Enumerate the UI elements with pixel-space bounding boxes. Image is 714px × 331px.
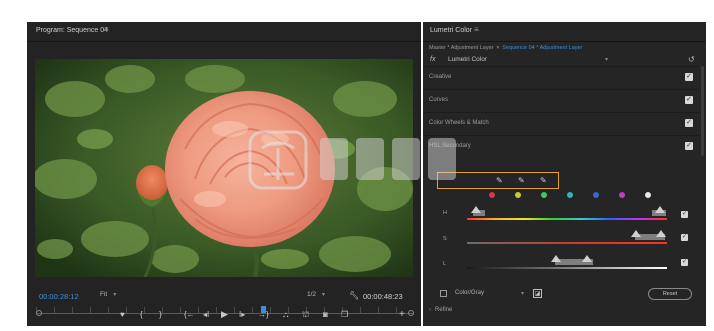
zoom-level-value: Fit [100,291,108,298]
invert-mask-icon[interactable]: ◪ [533,289,542,298]
overwrite-icon[interactable]: ⛫ [302,310,309,319]
hue-row: H ✓ [437,205,699,227]
go-to-out-icon[interactable]: →} [258,310,269,319]
sequence-duration: 00:00:48:23 [363,292,403,301]
settings-wrench-icon[interactable]: 🔧︎ [349,291,359,300]
hue-left-handle[interactable] [471,206,481,213]
insert-icon[interactable]: ⛬ [283,310,289,319]
program-monitor-panel: Program: Sequence 04 ≡ 00:00:28:12 Fit ▾… [27,22,421,326]
color-gray-row: Color/Gray ▾ ◪ Reset [437,287,699,301]
video-preview[interactable] [35,59,413,277]
export-frame-icon[interactable]: ◙ [323,310,328,319]
section-label: HSL Secondary [429,143,471,149]
compare-icon[interactable]: ❐ [341,310,348,319]
playback-resolution-select[interactable]: 1/2 ▾ [307,291,325,302]
chevron-down-icon[interactable]: ▾ [497,45,500,51]
transport-controls: ♥ { } {← ◂I ▶ I▸ →} ⛬ ⛫ ◙ ❐ + [27,305,421,325]
playback-resolution-value: 1/2 [307,291,317,298]
play-icon[interactable]: ▶ [221,310,228,319]
hue-slider-track[interactable] [467,218,667,220]
section-enable-checkbox[interactable]: ✓ [685,142,693,150]
section-creative[interactable]: Creative ✓ [423,66,699,89]
out-point-icon[interactable]: } [159,310,162,319]
chevron-down-icon[interactable]: ▾ [605,56,608,63]
luminance-right-handle[interactable] [582,255,592,262]
breadcrumb-master[interactable]: Master * Adjustment Layer [429,45,494,51]
section-label: Creative [429,74,452,80]
saturation-label: S [443,236,447,242]
program-monitor-header: Program: Sequence 04 ≡ [27,22,421,42]
marker-icon[interactable]: ♥ [120,310,125,319]
zoom-level-select[interactable]: Fit ▾ [100,291,116,302]
panel-menu-icon[interactable]: ≡ [104,25,109,34]
section-hsl-secondary[interactable]: HSL Secondary ✓ [423,135,699,158]
chevron-down-icon: ▾ [322,292,326,298]
monitor-info-bar: 00:00:28:12 Fit ▾ 1/2 ▾ 🔧︎ 00:00:48:23 [27,290,421,304]
saturation-left-handle[interactable] [631,230,641,237]
section-enable-checkbox[interactable]: ✓ [685,96,693,104]
chevron-down-icon[interactable]: ▾ [521,290,524,297]
hue-swatch[interactable] [593,192,599,198]
luminance-label: L [443,261,447,267]
clip-breadcrumb: Master * Adjustment Layer ▾ Sequence 04 * … [429,45,582,51]
hue-swatch[interactable] [645,192,651,198]
lumetri-color-panel: Lumetri Color ≡ Master * Adjustment Laye… [423,22,706,326]
playhead-timecode[interactable]: 00:00:28:12 [39,292,79,301]
add-icon[interactable]: + [399,310,405,320]
luminance-row: L ✓ [437,255,699,277]
in-point-icon[interactable]: { [140,310,143,319]
hue-label: H [443,210,447,216]
hue-swatch[interactable] [489,192,495,198]
panel-scrollbar[interactable] [701,66,704,156]
rose-image [35,59,413,277]
lumetri-panel-title[interactable]: Lumetri Color [430,27,472,34]
hue-swatch[interactable] [619,192,625,198]
eyedropper-group: ✎ ✎ ✎ [437,172,559,189]
program-monitor-title[interactable]: Program: Sequence 04 [36,27,108,34]
saturation-slider-track[interactable] [467,242,667,244]
fx-icon[interactable]: fx [430,56,435,63]
color-gray-select[interactable]: Color/Gray [455,290,484,296]
effect-row: fx Lumetri Color ▾ ↺ [429,55,701,66]
panel-menu-icon[interactable]: ≡ [474,25,479,34]
effect-name-select[interactable]: Lumetri Color [448,56,487,63]
step-forward-icon[interactable]: I▸ [239,310,245,319]
refine-section[interactable]: › Refine [429,307,452,313]
section-label: Color Wheels & Match [429,120,489,126]
color-gray-checkbox[interactable] [440,290,447,297]
chevron-down-icon: ▾ [113,292,117,298]
eyedropper-subtract-icon[interactable]: ✎ [540,176,547,185]
hue-swatch[interactable] [567,192,573,198]
luminance-left-handle[interactable] [551,255,561,262]
section-label: Curves [429,97,449,103]
section-color-wheels[interactable]: Color Wheels & Match ✓ [423,112,699,135]
hue-enable-checkbox[interactable]: ✓ [681,211,688,218]
luminance-slider-track[interactable] [467,267,667,269]
go-to-in-icon[interactable]: {← [184,310,195,319]
saturation-row: S ✓ [437,230,699,252]
refine-label: Refine [435,307,453,313]
reset-button[interactable]: Reset [648,288,692,300]
chevron-right-icon: › [429,307,431,313]
reset-effect-icon[interactable]: ↺ [688,55,695,64]
step-back-icon[interactable]: ◂I [203,310,209,319]
section-enable-checkbox[interactable]: ✓ [685,119,693,127]
eyedropper-add-icon[interactable]: ✎ [518,176,525,185]
breadcrumb-sequence[interactable]: Sequence 04 * Adjustment Layer [502,45,582,51]
hue-right-handle[interactable] [655,206,665,213]
hue-swatch[interactable] [515,192,521,198]
saturation-enable-checkbox[interactable]: ✓ [681,234,688,241]
section-curves[interactable]: Curves ✓ [423,89,699,112]
luminance-enable-checkbox[interactable]: ✓ [681,259,688,266]
eyedropper-icon[interactable]: ✎ [496,176,503,185]
section-enable-checkbox[interactable]: ✓ [685,73,693,81]
hue-swatch[interactable] [541,192,547,198]
lumetri-header: Lumetri Color ≡ [423,22,706,42]
saturation-right-handle[interactable] [656,230,666,237]
